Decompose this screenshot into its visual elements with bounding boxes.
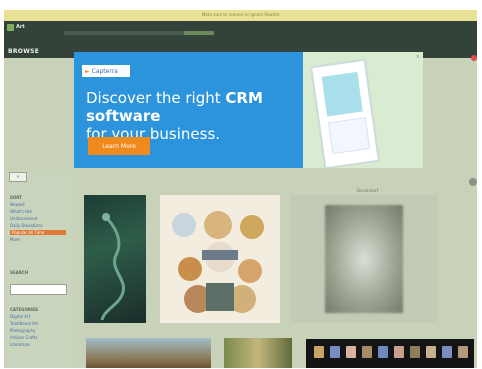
sidebar-item-newest[interactable]: Newest (10, 202, 66, 207)
character-icon (442, 346, 452, 358)
character-group-artwork (160, 195, 280, 323)
thumbnail-label: Deviantart (357, 188, 379, 193)
character-icon (362, 346, 372, 358)
thumbnail-landscape[interactable] (86, 338, 211, 368)
character-icon (378, 346, 388, 358)
thumbnail-dragon[interactable] (84, 195, 146, 323)
search-heading: SEARCH (10, 270, 29, 275)
character-icon (458, 346, 468, 358)
search-input[interactable] (10, 284, 67, 295)
page-title: BROWSE (8, 48, 40, 55)
notice-text: Make sure to remove or ignore Rewrite (201, 12, 280, 17)
sidebar-item-literature[interactable]: Literature (10, 342, 66, 347)
sidebar-item-popular-all-time[interactable]: Popular All Time (10, 230, 66, 235)
sidebar-item-more[interactable]: More (10, 237, 66, 242)
sidebar-item-daily-deviations[interactable]: Daily Deviations (10, 223, 66, 228)
sidebar-item-photography[interactable]: Photography (10, 328, 66, 333)
blurred-figure (325, 205, 403, 313)
ad-headline-pre: Discover the right (86, 89, 226, 107)
site-brand[interactable]: Art (16, 24, 25, 30)
capterra-icon: ► (85, 67, 90, 75)
sidebar-item-digital-art[interactable]: Digital Art (10, 314, 66, 319)
thumbnail-character-sheet[interactable] (306, 339, 474, 368)
sidebar-item-undiscovered[interactable]: Undiscovered (10, 216, 66, 221)
phone-screen-top (321, 71, 363, 117)
character-icon (314, 346, 324, 358)
character-icon (330, 346, 340, 358)
ad-brand-logo[interactable]: ► Capterra (82, 65, 130, 77)
character-icon (346, 346, 356, 358)
thumbnail-blurred-photo[interactable] (290, 195, 438, 323)
sidebar-item-whats-hot[interactable]: What's Hot (10, 209, 66, 214)
site-logo-icon[interactable] (7, 24, 14, 31)
ad-learn-more-button[interactable]: Learn More (88, 137, 150, 155)
character-icon (410, 346, 420, 358)
ad-headline: Discover the right CRM software for your… (86, 89, 296, 143)
notification-dot-icon[interactable] (471, 55, 477, 61)
advertisement-banner[interactable]: ► Capterra Discover the right CRM softwa… (74, 52, 423, 168)
browse-sidebar: « SORT Newest What's Hot Undiscovered Da… (4, 170, 72, 368)
character-icon (426, 346, 436, 358)
ad-close-icon[interactable]: × (416, 54, 420, 60)
sidebar-item-artisan-crafts[interactable]: Artisan Crafts (10, 335, 66, 340)
thumbnail-character-group[interactable] (160, 195, 280, 323)
browser-frame: Make sure to remove or ignore Rewrite Ar… (4, 10, 477, 368)
categories-heading: CATEGORIES (10, 307, 39, 312)
thumbnail-grid: Deviantart (74, 178, 477, 368)
sidebar-item-traditional-art[interactable]: Traditional Art (10, 321, 66, 326)
thumbnail-nature[interactable] (224, 338, 292, 368)
scroll-indicator-icon[interactable] (469, 178, 477, 186)
sort-heading: SORT (10, 195, 22, 200)
character-icon (394, 346, 404, 358)
dragon-artwork (100, 213, 125, 321)
sidebar-toggle-button[interactable]: « (9, 172, 27, 182)
active-tab-indicator (184, 31, 214, 35)
notice-bar: Make sure to remove or ignore Rewrite (4, 10, 477, 21)
ad-brand-name: Capterra (91, 67, 118, 75)
phone-screen-bottom (328, 117, 371, 155)
